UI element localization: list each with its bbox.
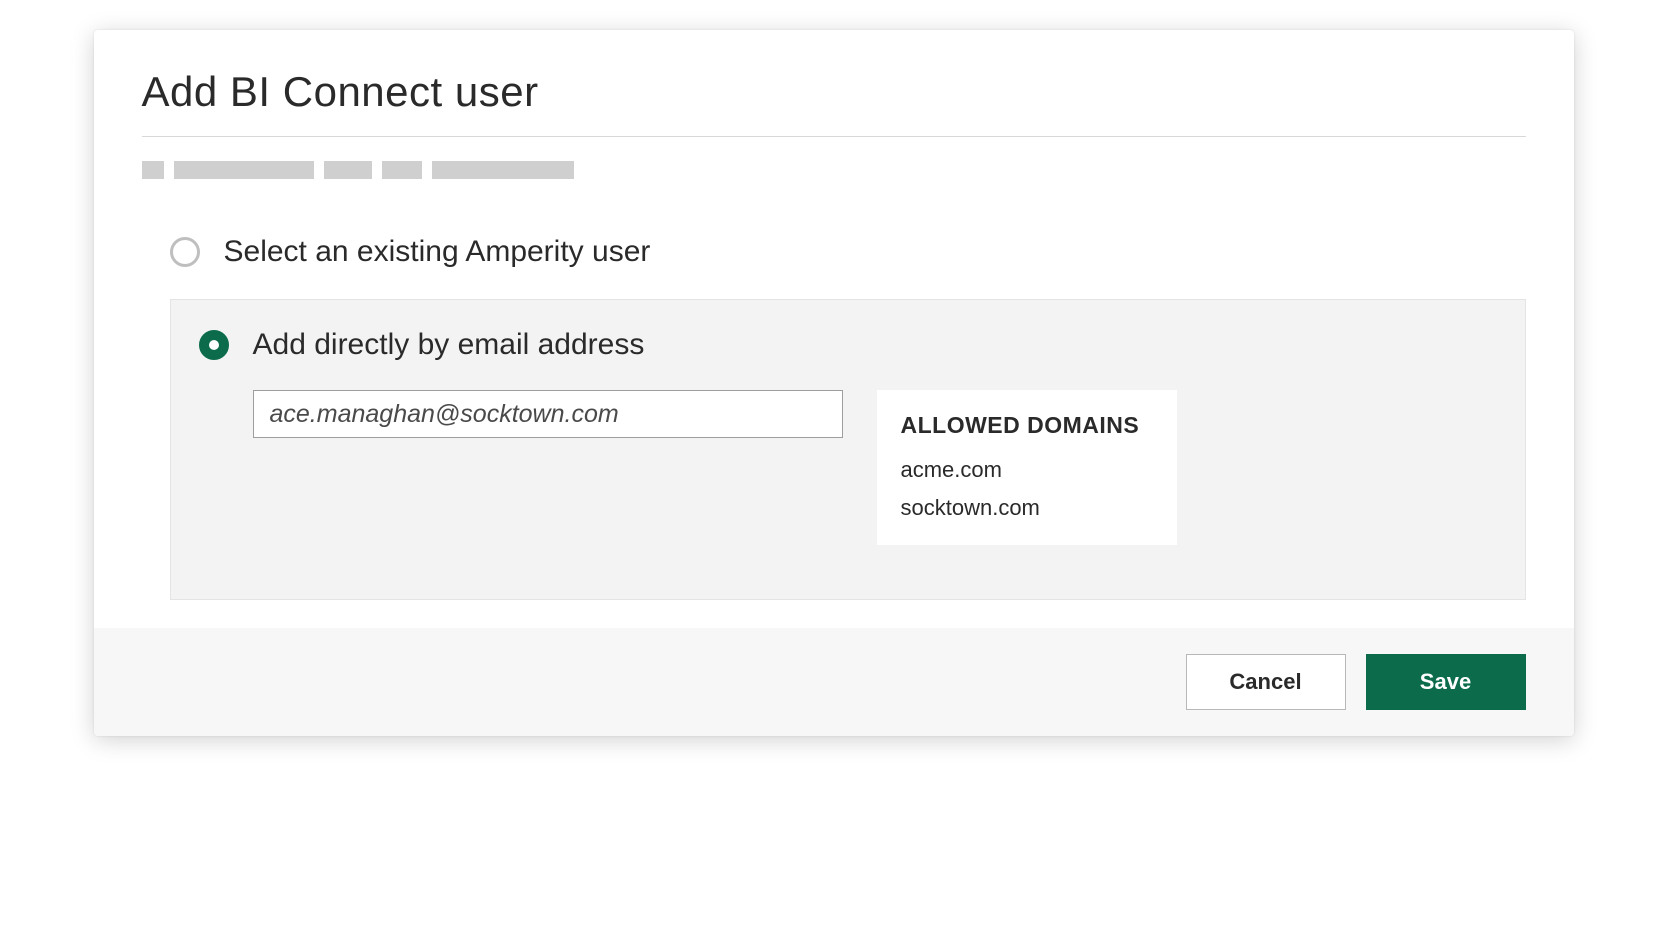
option-direct-panel: Add directly by email address ALLOWED DO… [170,299,1526,600]
radio-icon[interactable] [199,330,229,360]
modal-footer: Cancel Save [94,628,1574,736]
placeholder-bar [382,161,422,179]
allowed-domains-heading: ALLOWED DOMAINS [901,412,1147,439]
allowed-domains-card: ALLOWED DOMAINS acme.com socktown.com [877,390,1177,545]
option-direct-email[interactable]: Add directly by email address [199,328,1497,362]
options-group: Select an existing Amperity user Add dir… [142,235,1526,600]
placeholder-bar [324,161,372,179]
modal-body: Add BI Connect user Select an existing A… [94,30,1574,628]
direct-panel-content: ALLOWED DOMAINS acme.com socktown.com [199,390,1497,545]
placeholder-bar [174,161,314,179]
allowed-domain-item: acme.com [901,457,1147,483]
email-input[interactable] [253,390,843,438]
modal-title: Add BI Connect user [142,68,1526,116]
radio-icon[interactable] [170,237,200,267]
cancel-button[interactable]: Cancel [1186,654,1346,710]
placeholder-bar [432,161,574,179]
allowed-domain-item: socktown.com [901,495,1147,521]
placeholder-bars [142,161,1526,179]
title-divider [142,136,1526,137]
option-existing-user[interactable]: Select an existing Amperity user [170,235,1526,269]
add-bi-connect-user-modal: Add BI Connect user Select an existing A… [94,30,1574,736]
placeholder-bar [142,161,164,179]
save-button[interactable]: Save [1366,654,1526,710]
option-existing-label: Select an existing Amperity user [224,235,651,269]
option-direct-label: Add directly by email address [253,328,645,362]
